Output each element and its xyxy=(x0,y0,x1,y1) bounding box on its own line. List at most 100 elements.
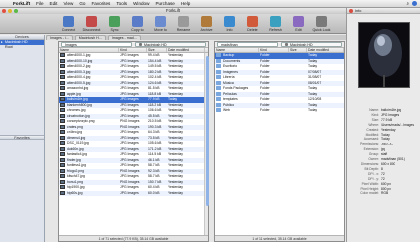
menu-go[interactable]: Go xyxy=(76,1,88,6)
file-name: apple.jpg xyxy=(67,91,81,96)
file-name: crates.png xyxy=(67,124,83,129)
info-fields: Name: balloim1fe.jpg Kind: JPG Images Size: 7… xyxy=(349,108,419,196)
column-name[interactable]: Name xyxy=(215,48,259,52)
toolbar-connect-button[interactable]: Connect xyxy=(58,16,79,32)
image-file-icon xyxy=(60,80,65,85)
file-name: circatnotion.jpg xyxy=(67,113,90,118)
file-name: Música xyxy=(223,80,234,85)
sidebar-item-root[interactable]: Root xyxy=(0,45,44,50)
column-name[interactable]: Name xyxy=(59,48,119,52)
menu-app[interactable]: ForkLift xyxy=(10,1,33,6)
refresh-icon xyxy=(270,16,281,27)
file-name: Librería xyxy=(223,75,235,79)
file-name: duk60n.jpg xyxy=(67,146,84,151)
kind-cell: Folder xyxy=(260,108,270,112)
tab-macintosh-hd[interactable]: Macintosh H... xyxy=(74,35,106,40)
folder-icon xyxy=(216,69,221,74)
file-name: templates xyxy=(223,97,238,101)
date-cell: Yesterday xyxy=(168,190,183,195)
column-size[interactable]: Size xyxy=(289,48,307,52)
table-row[interactable]: hip60s.jpg JPG Images 60.0 kB Yesterday xyxy=(59,190,208,196)
left-folder-selector[interactable]: Images xyxy=(61,42,132,47)
toolbar-label: Delete xyxy=(247,28,258,32)
menu-window[interactable]: Window xyxy=(130,1,152,6)
info-value: RGB xyxy=(381,191,389,196)
toolbar-label: Rename xyxy=(176,28,191,32)
status-icon[interactable] xyxy=(412,1,417,6)
info-row: Color model: RGB xyxy=(349,191,419,196)
left-scroll-thumb[interactable] xyxy=(205,56,209,206)
folder-icon xyxy=(216,91,221,96)
window-title: ForkLift xyxy=(166,8,180,13)
right-folder-selector[interactable]: madsfinan xyxy=(217,42,278,47)
close-window-button[interactable] xyxy=(2,9,6,13)
image-file-icon xyxy=(60,174,65,179)
toolbar-edit-button[interactable]: Edit xyxy=(288,16,309,32)
toolbar-archive-button[interactable]: Archive xyxy=(196,16,217,32)
image-file-icon xyxy=(60,58,65,63)
info-panel-titlebar: Info xyxy=(347,8,420,14)
column-date-modified[interactable]: Date modified xyxy=(167,48,205,52)
file-name: fantastic4.jpg xyxy=(67,152,87,156)
file-name: chromes.jpg xyxy=(67,108,86,112)
spotlight-icon[interactable]: ⌕ xyxy=(407,1,409,6)
folder-icon xyxy=(216,80,221,85)
file-name: alten4000-3.jpg xyxy=(67,69,91,74)
image-file-icon xyxy=(60,91,65,96)
zoom-window-button[interactable] xyxy=(14,9,18,13)
left-file-list: alten4000-1.jpg JPG Images 99.4 kB Yesterda… xyxy=(59,53,208,196)
toolbar-rename-button[interactable]: Rename xyxy=(173,16,194,32)
column-size[interactable]: Size xyxy=(147,48,167,52)
column-date-modified[interactable]: Date modified xyxy=(307,48,344,52)
table-row[interactable]: Web Folder Today xyxy=(215,108,344,114)
left-disk-selector[interactable]: Macintosh HD xyxy=(135,42,206,47)
column-kind[interactable]: Kind xyxy=(119,48,147,52)
image-file-icon xyxy=(60,108,65,113)
image-file-icon xyxy=(60,141,65,146)
disk-icon xyxy=(285,43,288,46)
image-file-icon xyxy=(60,146,65,151)
toolbar-label: Disconnect xyxy=(82,28,101,32)
menu-help[interactable]: Help xyxy=(178,1,193,6)
toolbar-label: Archive xyxy=(200,28,213,32)
toolbar-sync-button[interactable]: Sync xyxy=(104,16,125,32)
toolbar-refresh-button[interactable]: Refresh xyxy=(265,16,286,32)
file-name: amazonhd.jpg xyxy=(67,86,89,90)
toolbar-move-to-button[interactable]: Move to xyxy=(150,16,171,32)
toolbar-quick-look-button[interactable]: Quick Look xyxy=(311,16,332,32)
toolbar-disconnect-button[interactable]: Disconnect xyxy=(81,16,102,32)
file-name: cr4bro.jpg xyxy=(67,130,83,134)
folder-icon xyxy=(216,102,221,107)
file-name: frlogo2.png xyxy=(67,168,84,173)
menu-favorites[interactable]: Favorites xyxy=(88,1,113,6)
menu-tools[interactable]: Tools xyxy=(113,1,130,6)
image-file-icon xyxy=(60,179,65,184)
menu-purchase[interactable]: Purchase xyxy=(152,1,177,6)
tab-images-mad[interactable]: Images - mad... xyxy=(107,35,141,40)
column-kind[interactable]: Kind xyxy=(259,48,289,52)
file-name: Escritorio xyxy=(223,64,238,68)
tab-images[interactable]: Images - i... xyxy=(46,35,73,40)
toolbar-label: Move to xyxy=(154,28,167,32)
toolbar-delete-button[interactable]: Delete xyxy=(242,16,263,32)
file-name: Backup xyxy=(223,53,235,57)
kind-cell: JPG Images xyxy=(120,190,139,195)
menu-edit[interactable]: Edit xyxy=(47,1,61,6)
toolbar-copy-to-button[interactable]: Copy to xyxy=(127,16,148,32)
left-scrollbar[interactable] xyxy=(204,53,209,235)
menu-view[interactable]: View xyxy=(60,1,76,6)
file-name: kitsch47.jpg xyxy=(67,174,85,178)
file-name: finder.jpg xyxy=(67,157,81,162)
right-disk-selector[interactable]: Macintosh HD xyxy=(281,42,342,47)
file-name: Imágenes xyxy=(223,69,238,74)
menu-file[interactable]: File xyxy=(33,1,46,6)
image-file-icon xyxy=(60,157,65,162)
minimize-window-button[interactable] xyxy=(8,9,12,13)
file-name: DSC_0119.jpg xyxy=(67,141,89,145)
toolbar-label: Edit xyxy=(295,28,302,32)
image-file-icon xyxy=(60,119,65,124)
close-info-button[interactable] xyxy=(349,9,353,13)
image-file-icon xyxy=(60,86,65,91)
toolbar-info-button[interactable]: Info xyxy=(219,16,240,32)
right-file-pane: madsfinan Macintosh HD Name Kind Size Da… xyxy=(214,41,345,242)
